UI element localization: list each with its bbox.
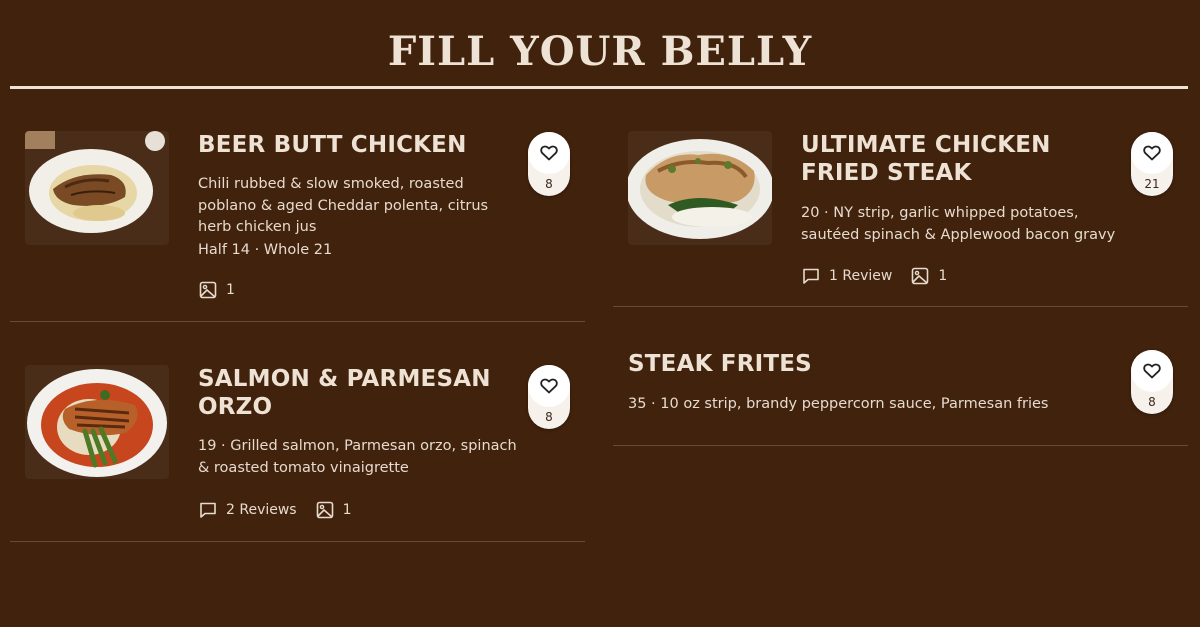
item-meta: 1 Review 1 bbox=[801, 266, 965, 286]
like-button[interactable]: 8 bbox=[528, 132, 570, 196]
item-description: 20 · NY strip, garlic whipped potatoes, … bbox=[801, 205, 1116, 243]
heart-icon bbox=[528, 132, 570, 174]
like-button[interactable]: 21 bbox=[1131, 132, 1173, 196]
item-description: Chili rubbed & slow smoked, roasted pobl… bbox=[198, 176, 489, 235]
dish-photo-graphic bbox=[25, 131, 169, 245]
like-count: 21 bbox=[1144, 177, 1160, 191]
comment-icon bbox=[801, 266, 821, 286]
like-count: 8 bbox=[1148, 395, 1156, 409]
review-count: 2 Reviews bbox=[226, 502, 297, 518]
heart-icon bbox=[1131, 350, 1173, 392]
photos-link[interactable]: 1 bbox=[315, 500, 352, 520]
photo-icon bbox=[315, 500, 335, 520]
heart-icon bbox=[1131, 132, 1173, 174]
like-button[interactable]: 8 bbox=[1131, 350, 1173, 414]
review-count: 1 Review bbox=[829, 268, 893, 284]
dish-photo[interactable] bbox=[25, 365, 169, 479]
item-name: BEER BUTT CHICKEN bbox=[198, 132, 467, 158]
reviews-link[interactable]: 1 Review bbox=[801, 266, 892, 286]
comment-icon bbox=[198, 500, 218, 520]
item-meta: 2 Reviews 1 bbox=[198, 500, 370, 520]
item-divider bbox=[613, 306, 1188, 307]
item-description: 19 · Grilled salmon, Parmesan orzo, spin… bbox=[198, 438, 517, 476]
like-count: 8 bbox=[545, 410, 553, 424]
page-title: FILL YOUR BELLY bbox=[387, 28, 813, 75]
item-divider bbox=[613, 445, 1188, 446]
photos-link[interactable]: 1 bbox=[910, 266, 947, 286]
dish-photo[interactable] bbox=[628, 131, 772, 245]
photo-icon bbox=[198, 280, 218, 300]
item-divider bbox=[10, 541, 585, 542]
item-meta: 1 bbox=[198, 280, 253, 300]
heart-icon bbox=[528, 365, 570, 407]
photo-count: 1 bbox=[938, 268, 948, 284]
item-description: 35 · 10 oz strip, brandy peppercorn sauc… bbox=[628, 396, 1049, 412]
item-price: Half 14 · Whole 21 bbox=[198, 242, 333, 258]
dish-photo[interactable] bbox=[25, 131, 169, 245]
photo-count: 1 bbox=[342, 502, 352, 518]
title-divider bbox=[10, 86, 1188, 89]
photo-icon bbox=[910, 266, 930, 286]
item-name: ULTIMATE CHICKEN FRIED STEAK bbox=[801, 132, 1051, 186]
dish-photo-graphic bbox=[628, 131, 772, 245]
like-count: 8 bbox=[545, 177, 553, 191]
photo-count: 1 bbox=[226, 282, 235, 298]
photos-link[interactable]: 1 bbox=[198, 280, 235, 300]
dish-photo-graphic bbox=[25, 365, 169, 479]
item-divider bbox=[10, 321, 585, 322]
like-button[interactable]: 8 bbox=[528, 365, 570, 429]
item-name: SALMON & PARMESAN ORZO bbox=[198, 366, 491, 420]
item-name: STEAK FRITES bbox=[628, 351, 812, 377]
reviews-link[interactable]: 2 Reviews bbox=[198, 500, 297, 520]
